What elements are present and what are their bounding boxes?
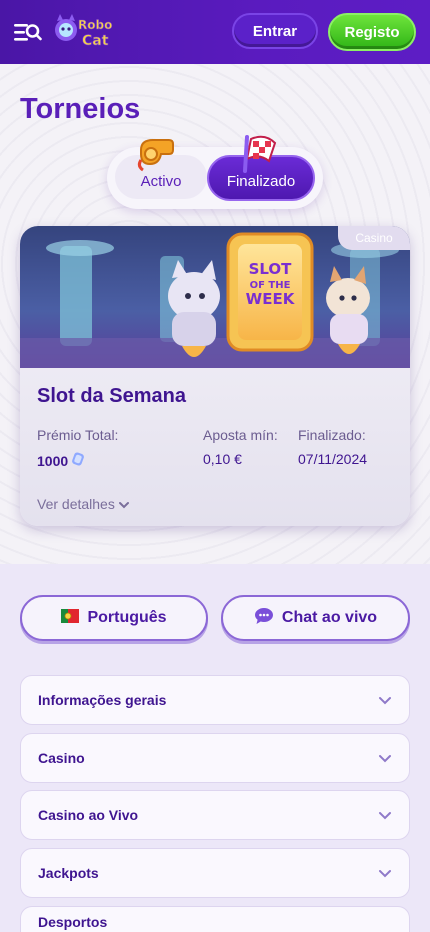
- min-bet-label: Aposta mín:: [203, 427, 278, 443]
- accordion-jackpots[interactable]: Jackpots: [20, 848, 410, 898]
- chevron-down-icon: [378, 693, 392, 707]
- whistle-icon: [135, 134, 177, 177]
- prize-value: 1000: [37, 452, 69, 469]
- top-header: Robo Cat Entrar Registo: [0, 0, 430, 64]
- accordion-general-info[interactable]: Informações gerais: [20, 675, 410, 725]
- tournament-card[interactable]: SLOT OF THE WEEK Casino Slot da Semana P…: [20, 226, 410, 526]
- category-badge: Casino: [338, 226, 410, 250]
- page-title: Torneios: [20, 93, 141, 125]
- footer-section: Português Chat ao vivo Informações gerai…: [0, 564, 430, 932]
- chat-bubble-icon: [254, 607, 274, 630]
- accordion-label: Casino: [38, 750, 85, 766]
- menu-search-icon[interactable]: [14, 20, 42, 44]
- view-details-link[interactable]: Ver detalhes: [37, 496, 129, 512]
- chevron-down-icon: [118, 496, 129, 512]
- min-bet-value: 0,10 €: [203, 451, 242, 467]
- chevron-down-icon: [378, 866, 392, 880]
- finished-value: 07/11/2024: [298, 451, 368, 467]
- chevron-down-icon: [378, 751, 392, 765]
- register-button[interactable]: Registo: [328, 13, 416, 51]
- login-button[interactable]: Entrar: [232, 13, 318, 49]
- view-details-label: Ver detalhes: [37, 496, 115, 512]
- coin-icon: [71, 451, 85, 470]
- svg-text:WEEK: WEEK: [246, 290, 296, 308]
- finished-label: Finalizado:: [298, 427, 366, 443]
- language-label: Português: [87, 609, 167, 626]
- svg-text:SLOT: SLOT: [249, 260, 293, 278]
- prize-value-wrap: 1000: [37, 451, 85, 470]
- portugal-flag-icon: [61, 608, 80, 628]
- accordion-sports[interactable]: Desportos: [20, 906, 410, 932]
- svg-text:Robo: Robo: [78, 18, 112, 32]
- header-actions: Entrar Registo: [232, 13, 416, 51]
- accordion-label: Casino ao Vivo: [38, 807, 139, 823]
- svg-text:Cat: Cat: [82, 33, 109, 49]
- chevron-down-icon: [378, 808, 392, 822]
- language-button[interactable]: Português: [20, 595, 208, 641]
- live-chat-label: Chat ao vivo: [281, 609, 378, 626]
- accordion-label: Jackpots: [38, 865, 99, 881]
- accordion-label: Informações gerais: [38, 692, 167, 708]
- robocat-logo[interactable]: Robo Cat: [54, 12, 116, 52]
- accordion-live-casino[interactable]: Casino ao Vivo: [20, 790, 410, 840]
- prize-label: Prémio Total:: [37, 427, 119, 443]
- accordion-casino[interactable]: Casino: [20, 733, 410, 783]
- accordion-label: Desportos: [38, 914, 108, 930]
- live-chat-button[interactable]: Chat ao vivo: [221, 595, 410, 641]
- checkered-flag-icon: [241, 133, 279, 178]
- tournament-title: Slot da Semana: [37, 385, 186, 407]
